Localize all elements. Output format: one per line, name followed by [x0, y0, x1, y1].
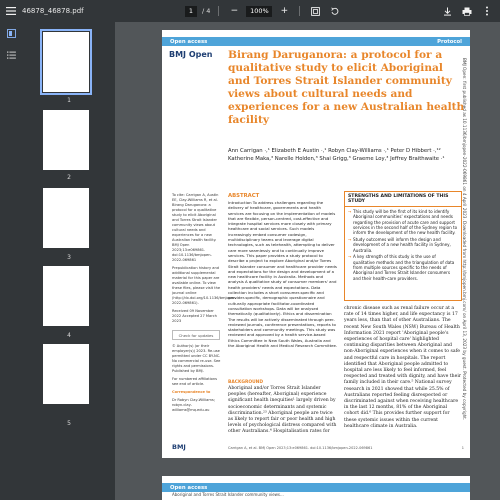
page-controls: 1 / 4 − 100% + — [185, 0, 341, 22]
thumbnails-tab[interactable] — [0, 22, 22, 44]
list-item: Study outcomes will inform the design an… — [348, 237, 458, 253]
article-title: Birang Daruganora: a protocol for a qual… — [228, 49, 465, 126]
page-thumbnail-5[interactable] — [43, 344, 89, 404]
thumbnail-image — [40, 29, 92, 95]
rotate-button[interactable] — [327, 4, 341, 18]
pdf-page: Open access Aboriginal and Torres Strait… — [162, 476, 470, 500]
thumbnail-image — [43, 188, 89, 248]
correspondence-heading: Correspondence to — [172, 390, 211, 394]
citation-text: To cite: Carrigan A, Austin EE, Clay-Wil… — [172, 193, 219, 262]
print-button[interactable] — [460, 4, 474, 18]
fit-page-button[interactable] — [308, 4, 322, 18]
list-item: A key strength of this study is the use … — [348, 254, 458, 280]
thumbnail-number: 2 — [67, 174, 71, 181]
more-vert-icon — [486, 6, 488, 16]
toolbar-divider — [299, 6, 301, 16]
toolbar-divider — [218, 6, 220, 16]
footer-citation: Carrigan A, et al. BMJ Open 2023;13:e069… — [228, 446, 373, 450]
open-access-bar: Open access Protocol — [162, 37, 470, 46]
open-access-label: Open access — [170, 484, 208, 491]
list-item: This study will be the first of its kind… — [348, 209, 458, 235]
footer-logo: BMJ — [172, 443, 186, 451]
right-column-text: chronic disease such as renal failure oc… — [344, 306, 461, 429]
open-access-label: Open access — [170, 38, 208, 45]
check-for-updates-badge[interactable]: Check for updates — [172, 330, 220, 340]
sidebar-tabs — [0, 22, 22, 500]
pdf-page: Open access Protocol BMJ Open Birang Dar… — [162, 30, 470, 458]
thumbnail-number: 4 — [67, 332, 71, 339]
prepublication-text: Prepublication history and additional su… — [172, 266, 237, 305]
background-text: Aboriginal and/or Torres Strait Islander… — [228, 386, 337, 435]
fit-page-icon — [311, 6, 320, 16]
background-heading: BACKGROUND — [228, 380, 263, 385]
page-footer: Carrigan A, et al. BMJ Open 2023;13:e069… — [228, 446, 464, 450]
more-options-button[interactable] — [480, 4, 494, 18]
printer-icon — [462, 7, 472, 16]
hamburger-icon — [6, 7, 16, 15]
thumbnail-number: 1 — [67, 97, 71, 104]
page-thumbnail-2[interactable] — [43, 110, 89, 170]
strengths-heading: STRENGTHS AND LIMITATIONS OF THIS STUDY — [345, 192, 461, 207]
abstract-heading: ABSTRACT — [228, 193, 260, 199]
outline-icon — [6, 51, 16, 59]
toolbar-actions — [440, 0, 494, 22]
page-text: Aboriginal and Torres Strait Islander co… — [172, 492, 284, 497]
thumbnail-image — [43, 344, 89, 404]
total-pages: / 4 — [202, 7, 211, 15]
affiliations-text: For numbered affiliations see end of art… — [172, 377, 217, 386]
rotate-icon — [331, 6, 339, 15]
strengths-list: This study will be the first of its kind… — [345, 207, 461, 284]
zoom-level[interactable]: 100% — [246, 5, 273, 17]
copyright-text: © Author(s) (or their employer(s)) 2023.… — [172, 344, 221, 373]
download-icon — [443, 7, 451, 16]
received-dates: Received 09 November 2022 Accepted 27 Ma… — [172, 309, 217, 323]
thumbnail-image — [43, 110, 89, 170]
thumbnails-icon — [6, 28, 16, 38]
pdf-viewer: 46878_46878.pdf 1 / 4 − 100% + 1 2 3 4 5… — [0, 0, 500, 500]
vertical-margin-note: BMJ Open: first published as 10.1136/bmj… — [460, 58, 468, 438]
strengths-limitations-box: STRENGTHS AND LIMITATIONS OF THIS STUDY … — [344, 191, 462, 301]
thumbnail-sidebar: 1 2 3 4 5 — [0, 22, 115, 500]
footer-page-number: 1 — [461, 446, 464, 450]
page-thumbnail-3[interactable] — [43, 188, 89, 248]
page-thumbnail-4[interactable] — [43, 266, 89, 326]
author-list: Ann Carrigan ·,¹ Elizabeth E Austin ·,¹ … — [228, 148, 445, 162]
file-name: 46878_46878.pdf — [22, 7, 84, 15]
zoom-in-button[interactable]: + — [277, 4, 291, 18]
download-button[interactable] — [440, 4, 454, 18]
article-info-column: To cite: Carrigan A, Austin EE, Clay-Wil… — [172, 193, 237, 416]
page-thumbnail-1[interactable] — [40, 29, 92, 95]
page-number-input[interactable]: 1 — [185, 5, 197, 17]
thumbnail-image — [43, 266, 89, 326]
open-access-bar: Open access — [162, 483, 470, 492]
zoom-out-button[interactable]: − — [227, 4, 241, 18]
thumbnail-number: 3 — [67, 254, 71, 261]
journal-logo: BMJ Open — [169, 50, 213, 59]
menu-button[interactable] — [0, 0, 22, 22]
correspondence-text: Dr Robyn Clay-Williams; robyn.clay-willi… — [172, 398, 215, 412]
section-label: Protocol — [437, 38, 462, 45]
abstract-text: Introduction To address challenges regar… — [228, 200, 338, 349]
outline-tab[interactable] — [0, 44, 22, 66]
download-notice: BMJ Open: first published as 10.1136/bmj… — [462, 58, 467, 421]
thumbnail-number: 5 — [67, 420, 71, 427]
toolbar: 46878_46878.pdf 1 / 4 − 100% + — [0, 0, 500, 22]
